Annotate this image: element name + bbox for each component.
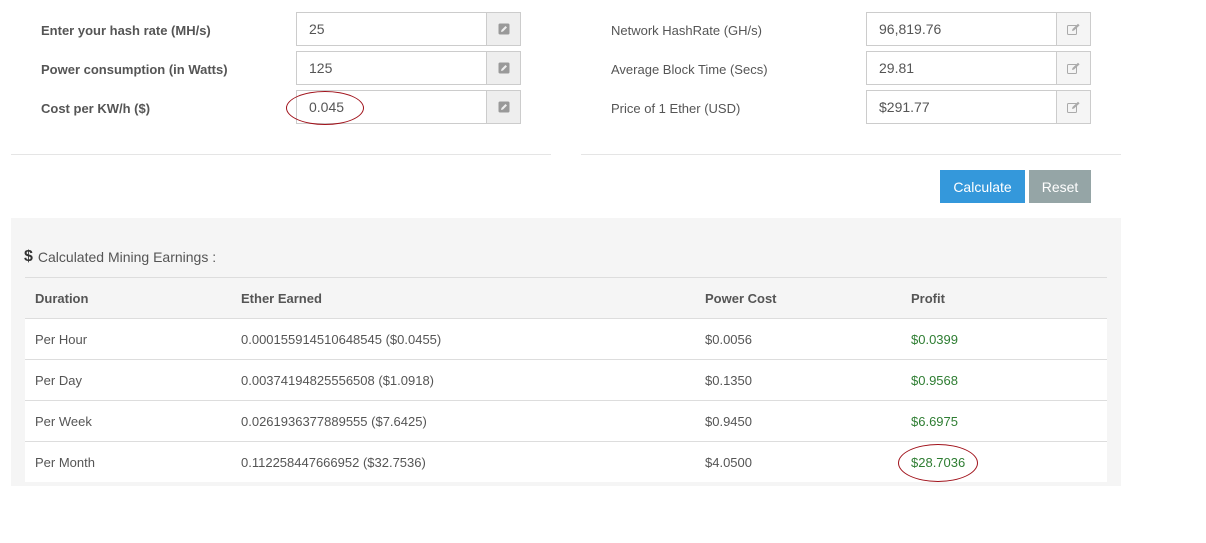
- ether-price-label: Price of 1 Ether (USD): [611, 101, 741, 116]
- hash-rate-input[interactable]: [297, 13, 485, 45]
- edit-icon: [1066, 23, 1080, 35]
- power-cost-cell: $0.0056: [705, 332, 752, 347]
- edit-icon: [1066, 101, 1080, 113]
- results-panel: $ Calculated Mining Earnings : Duration …: [11, 218, 1121, 486]
- network-hashrate-field: [866, 12, 1091, 46]
- table-row: Per Month 0.112258447666952 ($32.7536) $…: [25, 441, 1107, 482]
- calculate-button[interactable]: Calculate: [940, 170, 1025, 203]
- table-row: Per Week 0.0261936377889555 ($7.6425) $0…: [25, 400, 1107, 441]
- hash-rate-edit-button[interactable]: [486, 12, 521, 46]
- power-input[interactable]: [297, 52, 485, 84]
- profit-cell: $0.9568: [911, 373, 958, 388]
- ether-earned-cell: 0.00374194825556508 ($1.0918): [241, 373, 435, 388]
- pencil-icon: [498, 23, 509, 35]
- ether-earned-cell: 0.0261936377889555 ($7.6425): [241, 414, 427, 429]
- duration-cell: Per Week: [35, 414, 92, 429]
- power-field: [296, 51, 521, 85]
- hash-rate-field: [296, 12, 521, 46]
- hash-rate-label: Enter your hash rate (MH/s): [41, 23, 211, 38]
- cost-label: Cost per KW/h ($): [41, 101, 151, 116]
- header-duration: Duration: [35, 291, 89, 306]
- profit-cell: $0.0399: [911, 332, 958, 347]
- profit-cell: $6.6975: [911, 414, 958, 429]
- power-cost-cell: $0.1350: [705, 373, 752, 388]
- profit-cell: $28.7036: [911, 455, 966, 470]
- power-cost-cell: $0.9450: [705, 414, 752, 429]
- reset-button[interactable]: Reset: [1029, 170, 1091, 203]
- duration-cell: Per Day: [35, 373, 82, 388]
- block-time-input[interactable]: [867, 52, 1055, 84]
- table-row: Per Day 0.00374194825556508 ($1.0918) $0…: [25, 359, 1107, 400]
- results-title: $ Calculated Mining Earnings :: [24, 248, 216, 266]
- block-time-field: [866, 51, 1091, 85]
- cost-edit-button[interactable]: [486, 90, 521, 124]
- cost-input[interactable]: [297, 91, 485, 123]
- header-ether-earned: Ether Earned: [241, 291, 322, 306]
- network-hashrate-edit-button[interactable]: [1056, 12, 1091, 46]
- mining-calculator: Enter your hash rate (MH/s) Power consum…: [0, 0, 1206, 543]
- table-row: Per Hour 0.000155914510648545 ($0.0455) …: [25, 318, 1107, 359]
- earnings-table: Duration Ether Earned Power Cost Profit …: [25, 277, 1107, 482]
- header-profit: Profit: [911, 291, 945, 306]
- ether-price-input[interactable]: [867, 91, 1055, 123]
- edit-icon: [1066, 62, 1080, 74]
- ether-earned-cell: 0.112258447666952 ($32.7536): [241, 455, 426, 470]
- table-header-row: Duration Ether Earned Power Cost Profit: [25, 277, 1107, 318]
- block-time-edit-button[interactable]: [1056, 51, 1091, 85]
- duration-cell: Per Month: [35, 455, 95, 470]
- block-time-label: Average Block Time (Secs): [611, 62, 768, 77]
- network-hashrate-label: Network HashRate (GH/s): [611, 23, 762, 38]
- dollar-icon: $: [24, 248, 33, 265]
- pencil-icon: [498, 101, 509, 113]
- left-divider: [11, 154, 551, 155]
- pencil-icon: [498, 62, 509, 74]
- power-edit-button[interactable]: [486, 51, 521, 85]
- network-hashrate-input[interactable]: [867, 13, 1055, 45]
- ether-earned-cell: 0.000155914510648545 ($0.0455): [241, 332, 442, 347]
- ether-price-edit-button[interactable]: [1056, 90, 1091, 124]
- cost-field: [296, 90, 521, 124]
- power-label: Power consumption (in Watts): [41, 62, 228, 77]
- duration-cell: Per Hour: [35, 332, 88, 347]
- power-cost-cell: $4.0500: [705, 455, 752, 470]
- header-power-cost: Power Cost: [705, 291, 777, 306]
- ether-price-field: [866, 90, 1091, 124]
- right-divider: [581, 154, 1121, 155]
- results-title-text: Calculated Mining Earnings :: [37, 249, 217, 265]
